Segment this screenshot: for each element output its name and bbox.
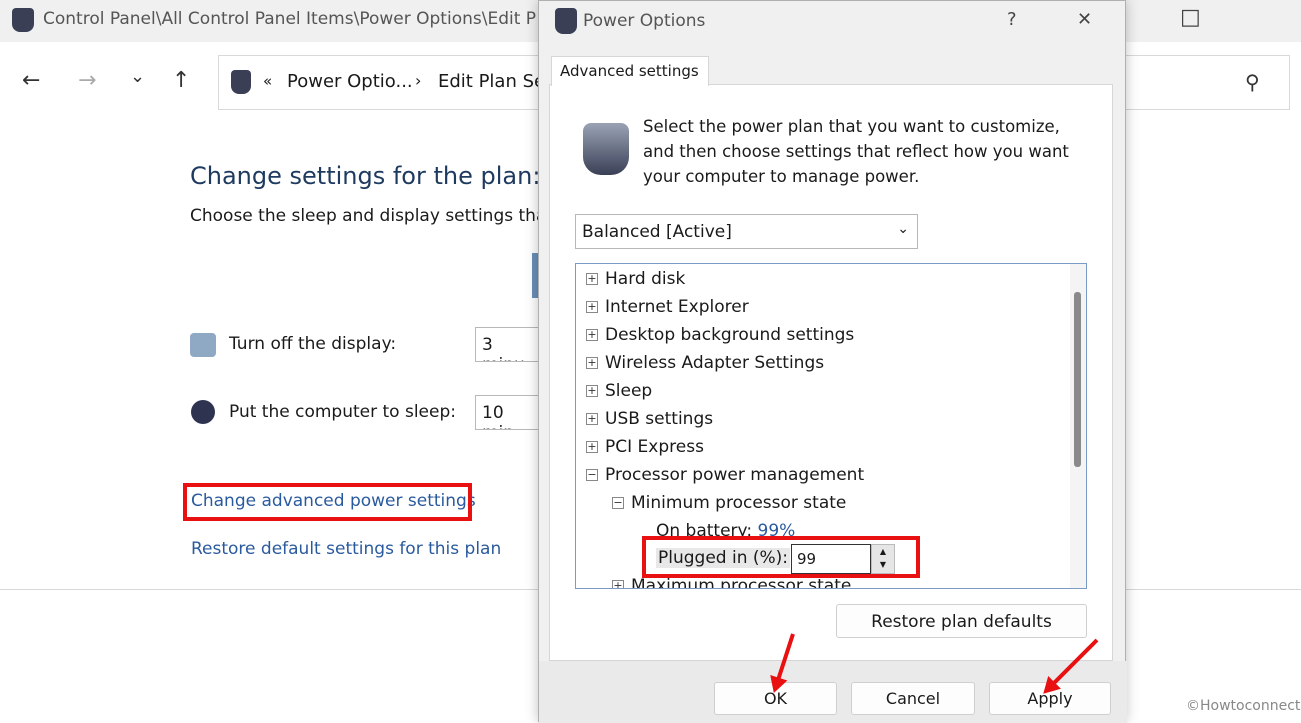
intro-line-3: your computer to manage power. [643, 167, 920, 186]
breadcrumb-separator: › [415, 71, 422, 90]
breadcrumb-edit-plan[interactable]: Edit Plan Se [438, 71, 545, 92]
sleep-timeout-select[interactable]: 10 min [475, 395, 545, 430]
tree-item[interactable]: + Internet Explorer [586, 297, 749, 317]
page-subtitle: Choose the sleep and display settings th… [190, 206, 547, 226]
close-button[interactable]: ✕ [1077, 9, 1092, 30]
sleep-icon [191, 400, 215, 424]
dialog-title: Power Options [583, 11, 706, 31]
chevron-down-icon: ⌄ [897, 221, 909, 237]
power-options-icon [555, 8, 577, 34]
recent-locations-button[interactable]: ⌄ [130, 66, 145, 87]
tree-item[interactable]: + Wireless Adapter Settings [586, 353, 824, 373]
forward-button[interactable]: → [78, 68, 96, 93]
power-options-dialog: Power Options ? ✕ Advanced settings Sele… [538, 0, 1127, 723]
scrollbar[interactable] [1070, 264, 1086, 588]
expand-icon[interactable]: + [586, 329, 598, 341]
collapse-icon[interactable]: − [612, 497, 624, 509]
display-timeout-select[interactable]: 3 minu [475, 327, 545, 362]
sleep-label: Put the computer to sleep: [229, 402, 456, 422]
tree-item-minimum-processor-state[interactable]: − Minimum processor state [612, 493, 846, 513]
collapse-icon[interactable]: − [586, 469, 598, 481]
power-options-icon [12, 8, 34, 32]
expand-icon[interactable]: + [612, 580, 624, 588]
expand-icon[interactable]: + [586, 301, 598, 313]
maximize-button[interactable]: □ [1180, 5, 1201, 30]
expand-icon[interactable]: + [586, 385, 598, 397]
cancel-button[interactable]: Cancel [851, 682, 975, 715]
tab-advanced-settings[interactable]: Advanced settings [551, 56, 709, 86]
tree-item[interactable]: + USB settings [586, 409, 713, 429]
tree-item[interactable]: + Hard disk [586, 269, 685, 289]
help-button[interactable]: ? [1007, 9, 1017, 30]
tree-item[interactable]: + Desktop background settings [586, 325, 854, 345]
search-icon[interactable]: ⚲ [1245, 70, 1260, 94]
intro-line-1: Select the power plan that you want to c… [643, 117, 1060, 136]
tree-item[interactable]: + Sleep [586, 381, 652, 401]
display-label: Turn off the display: [229, 334, 397, 354]
tree-item[interactable]: − Processor power management [586, 465, 864, 485]
breadcrumb-overflow[interactable]: « [263, 72, 272, 90]
intro-line-2: and then choose settings that reflect ho… [643, 142, 1069, 161]
tree-item[interactable]: + PCI Express [586, 437, 704, 457]
back-button[interactable]: ← [22, 68, 40, 93]
restore-plan-defaults-button[interactable]: Restore plan defaults [836, 604, 1087, 638]
window-title: Control Panel\All Control Panel Items\Po… [43, 9, 537, 29]
highlight-box [183, 483, 472, 521]
highlight-box [642, 536, 920, 578]
up-button[interactable]: ↑ [172, 68, 190, 93]
power-plan-icon [583, 123, 629, 175]
restore-default-settings-link[interactable]: Restore default settings for this plan [191, 539, 501, 559]
display-icon [190, 333, 216, 357]
page-title: Change settings for the plan: Ba [190, 162, 580, 190]
expand-icon[interactable]: + [586, 273, 598, 285]
expand-icon[interactable]: + [586, 357, 598, 369]
breadcrumb-power-options[interactable]: Power Optio... [287, 71, 413, 92]
expand-icon[interactable]: + [586, 413, 598, 425]
power-plan-select[interactable]: Balanced [Active] ⌄ [575, 214, 918, 249]
power-options-icon [231, 70, 251, 94]
power-plan-value: Balanced [Active] [582, 222, 732, 242]
watermark: ©Howtoconnect [1186, 698, 1301, 714]
expand-icon[interactable]: + [586, 441, 598, 453]
scrollbar-thumb[interactable] [1074, 292, 1081, 467]
